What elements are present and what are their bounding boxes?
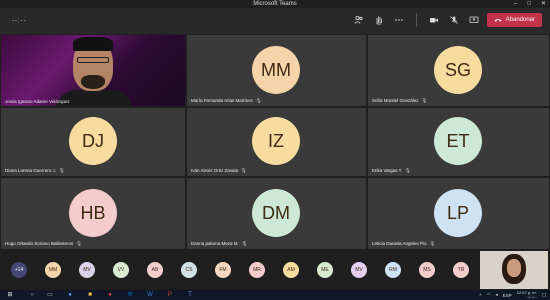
window-title: Microsoft Teams xyxy=(253,1,297,7)
participant-grid: Jesús Ignacio Adame Velázquez MM María F… xyxy=(0,34,550,250)
participant-tile[interactable]: IZ Iván Alexis Ortiz Zavala 🎙 xyxy=(187,108,366,176)
maximize-button[interactable]: □ xyxy=(527,0,531,8)
mic-muted-icon: 🎙 xyxy=(59,168,65,173)
camera-icon[interactable] xyxy=(427,13,441,27)
notifications-icon[interactable]: ▢ xyxy=(542,292,546,298)
participant-tile[interactable]: LP Leticia Daniela Angeles Pio 🎙 xyxy=(368,178,549,249)
toolbar-divider xyxy=(415,13,417,27)
participant-name: María Fernanda Arias Martínez xyxy=(191,98,254,103)
overflow-avatar[interactable]: TR xyxy=(453,262,469,278)
participant-tile[interactable]: ET Erika Vargas T. 🎙 xyxy=(368,108,549,176)
overflow-avatar[interactable]: MR xyxy=(249,262,265,278)
mic-muted-icon: 🎙 xyxy=(429,241,436,246)
more-participants-button[interactable]: +14 xyxy=(11,262,27,278)
participant-tile[interactable]: MM María Fernanda Arias Martínez 🎙 xyxy=(187,35,366,106)
search-icon[interactable]: ○ xyxy=(28,291,36,299)
overflow-avatar[interactable]: ME xyxy=(317,262,333,278)
chrome-icon[interactable]: ● xyxy=(106,291,114,299)
participant-tile[interactable]: HB Hugo Orlando Soriano Ballesteros 🎙 xyxy=(1,178,185,249)
overflow-avatar[interactable]: AB xyxy=(147,262,163,278)
microphone-muted-icon[interactable] xyxy=(447,13,461,27)
word-icon[interactable]: W xyxy=(146,291,154,299)
minimize-button[interactable]: – xyxy=(514,0,517,8)
participant-name: Hugo Orlando Soriano Ballesteros xyxy=(5,241,74,246)
teams-icon[interactable]: T xyxy=(186,291,194,299)
mic-muted-icon: 🎙 xyxy=(76,241,83,246)
meeting-toolbar: --:-- Abandonar xyxy=(0,8,550,34)
windows-taskbar: ⊞ ○ ▭ ● ■ ● ✉ W P T ^ ◠ ◂ ESP 12:07 p. m… xyxy=(0,290,550,300)
overflow-avatar[interactable]: RM xyxy=(385,262,401,278)
file-explorer-icon[interactable]: ■ xyxy=(86,291,94,299)
self-view-video[interactable] xyxy=(480,251,548,289)
raise-hand-icon[interactable] xyxy=(372,13,386,27)
overflow-avatar[interactable]: MS xyxy=(419,262,435,278)
participant-tile-video[interactable]: Jesús Ignacio Adame Velázquez xyxy=(1,35,185,106)
avatar: HB xyxy=(69,189,117,237)
avatar: SG xyxy=(434,46,482,94)
participant-name: Erika Vargas T. xyxy=(372,168,403,173)
participant-name: Diana Lorena Guerrero J. xyxy=(5,168,57,173)
mic-muted-icon: 🎙 xyxy=(421,98,428,103)
edge-icon[interactable]: ● xyxy=(66,291,74,299)
phone-hangup-icon xyxy=(494,19,502,22)
participant-tile[interactable]: DM Danna paloma Meza M. 🎙 xyxy=(187,178,366,249)
participant-name: Danna paloma Meza M. xyxy=(191,241,239,246)
overflow-avatar[interactable]: VV xyxy=(113,262,129,278)
mail-icon[interactable]: ✉ xyxy=(126,291,134,299)
more-options-icon[interactable] xyxy=(392,13,406,27)
mic-muted-icon: 🎙 xyxy=(405,168,411,173)
overflow-avatar[interactable]: CS xyxy=(181,262,197,278)
mic-muted-icon: 🎙 xyxy=(241,241,248,246)
share-screen-icon[interactable] xyxy=(467,13,481,27)
wifi-icon[interactable]: ◠ xyxy=(487,292,491,298)
overflow-avatar[interactable]: FM xyxy=(215,262,231,278)
powerpoint-icon[interactable]: P xyxy=(166,291,174,299)
tray-chevron-icon[interactable]: ^ xyxy=(479,293,481,298)
avatar: IZ xyxy=(252,117,300,165)
overflow-avatar[interactable]: MV xyxy=(351,262,367,278)
avatar: DM xyxy=(252,189,300,237)
participant-name: Jesús Ignacio Adame Velázquez xyxy=(5,99,70,104)
leave-label: Abandonar xyxy=(505,17,535,23)
avatar: DJ xyxy=(69,117,117,165)
mic-muted-icon: 🎙 xyxy=(256,98,262,103)
people-icon[interactable] xyxy=(352,13,366,27)
overflow-avatar[interactable]: MV xyxy=(79,262,95,278)
close-window-button[interactable]: ✕ xyxy=(541,0,546,8)
language-indicator[interactable]: ESP xyxy=(503,293,512,298)
leave-button[interactable]: Abandonar xyxy=(486,13,542,27)
overflow-avatar[interactable]: AM xyxy=(283,262,299,278)
meeting-timer: --:-- xyxy=(12,18,27,24)
avatar: LP xyxy=(434,189,482,237)
avatar: ET xyxy=(434,117,482,165)
task-view-icon[interactable]: ▭ xyxy=(46,291,54,299)
participant-tile[interactable]: SG Sofía Montiel González 🎙 xyxy=(368,35,549,106)
participant-tile[interactable]: DJ Diana Lorena Guerrero J. 🎙 xyxy=(1,108,185,176)
window-controls: – □ ✕ xyxy=(514,0,546,8)
overflow-avatar[interactable]: MM xyxy=(45,262,61,278)
overflow-participants-bar: +14 MM MV VV AB CS FM MR AM ME MV RM MS TR xyxy=(0,250,550,290)
avatar: MM xyxy=(252,46,300,94)
participant-name: Iván Alexis Ortiz Zavala xyxy=(191,168,239,173)
participant-name: Leticia Daniela Angeles Pio xyxy=(372,241,427,246)
start-icon[interactable]: ⊞ xyxy=(6,291,14,299)
mic-muted-icon: 🎙 xyxy=(241,168,247,173)
clock[interactable]: 12:07 p. m. --/--/-- xyxy=(517,290,537,300)
volume-icon[interactable]: ◂ xyxy=(495,292,497,298)
participant-name: Sofía Montiel González xyxy=(372,98,419,103)
